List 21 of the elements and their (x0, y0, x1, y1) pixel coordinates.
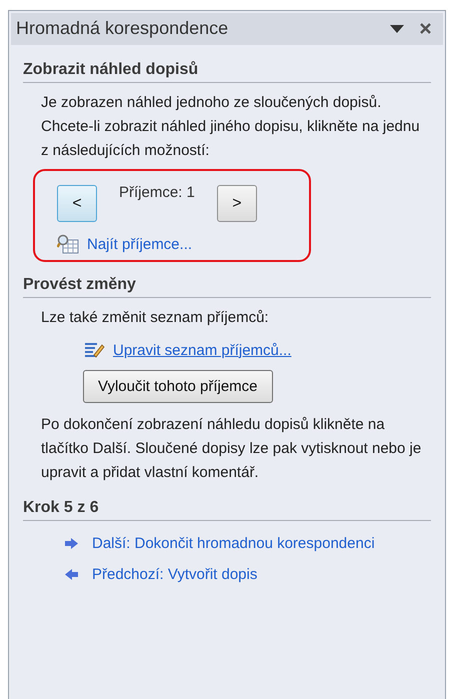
description-text: Lze také změnit seznam příjemců: (41, 308, 270, 328)
window-title: Hromadná korespondence (16, 18, 230, 39)
left-arrow-icon (65, 569, 78, 580)
dropdown-icon[interactable] (390, 24, 404, 34)
note-text: Po dokončení zobrazení náhledu dopisů klikněte na tlačítko Další. Sloučené dopisy lze pak vytisknout nebo je upravit a přidat vlastní komentář. (41, 415, 422, 483)
next-step-link[interactable]: Další: Dokončit hromadnou korespondenci (92, 535, 375, 552)
section-heading: Krok 5 z 6 (23, 485, 431, 521)
recipient-label: Příjemce: 1 (118, 183, 196, 201)
exclude-recipient-button[interactable]: Vyloučit tohoto příjemce (83, 370, 273, 403)
edit-recipients-link[interactable]: Upravit seznam příjemců... (113, 342, 292, 358)
previous-step-link[interactable]: Předchozí: Vytvořit dopis (92, 566, 258, 583)
find-icon (57, 234, 79, 254)
next-button[interactable]: > (216, 185, 257, 222)
edit-list-icon (83, 340, 105, 360)
section-heading: Provést změny (23, 262, 431, 298)
description-text: Je zobrazen náhled jednoho ze sloučených dopisů. Chcete-li zobrazit náhled jiného dopisu, klikněte na jednu z následujících možností: (41, 93, 421, 161)
previous-button[interactable]: < (57, 185, 97, 222)
right-arrow-icon (65, 538, 78, 549)
find-recipient-link[interactable]: Najít příjemce... (87, 236, 192, 252)
close-icon[interactable] (420, 23, 431, 34)
section-heading: Zobrazit náhled dopisů (23, 47, 431, 83)
